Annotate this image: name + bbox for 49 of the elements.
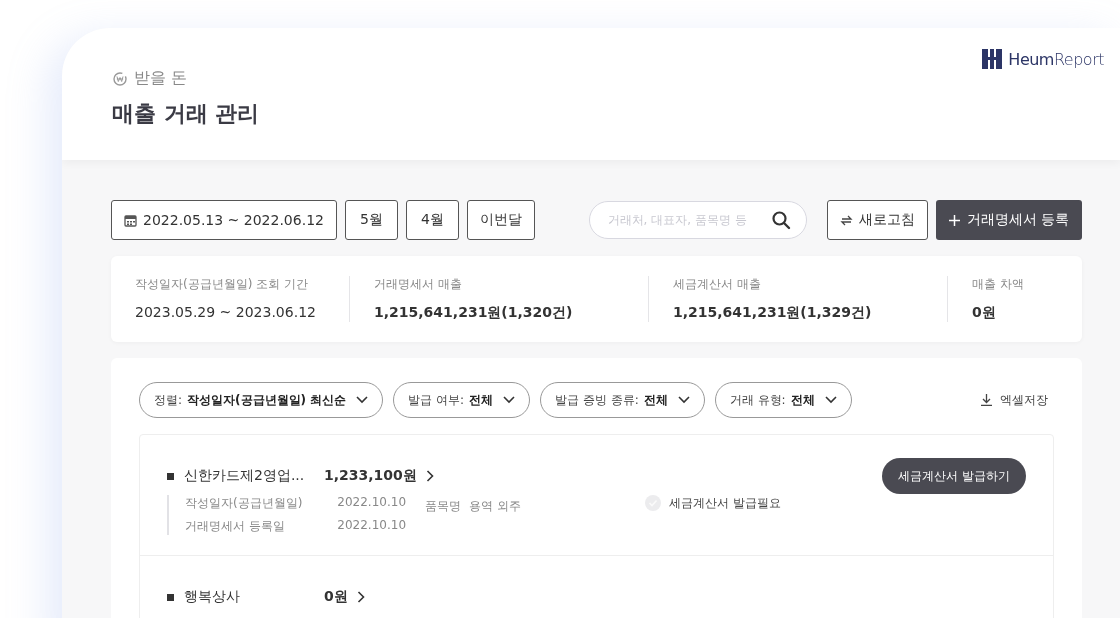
summary-label: 세금계산서 매출 xyxy=(673,275,762,293)
date-range-button[interactable]: 2022.05.13 ~ 2022.06.12 xyxy=(111,200,337,240)
filter-dropdown[interactable]: 정렬: 작성일자(공급년월일) 최신순 xyxy=(139,382,384,418)
chevron-right-icon xyxy=(356,591,365,603)
logo-icon xyxy=(982,49,1003,69)
summary-label: 매출 차액 xyxy=(972,275,1025,293)
plus-icon xyxy=(948,214,960,226)
bullet-icon xyxy=(167,472,174,480)
summary-value: 2023.05.29 ~ 2023.06.12 xyxy=(135,302,317,322)
amount-link[interactable]: 0원 xyxy=(324,588,365,606)
register-button[interactable]: 거래명세서 등록 xyxy=(935,200,1082,240)
won-cycle-icon xyxy=(112,70,128,87)
summary-label: 거래명세서 매출 xyxy=(374,275,463,293)
detail-value: 2022.10.10 xyxy=(337,495,408,511)
detail-value: 2022.10.10 xyxy=(337,518,408,534)
client-name: 신한카드제2영업... xyxy=(184,467,306,485)
month-button[interactable]: 5월 xyxy=(344,200,398,240)
bullet-icon xyxy=(167,593,174,601)
filter-dropdown[interactable]: 발급 증빙 종류: 전체 xyxy=(540,382,705,418)
download-icon xyxy=(981,394,992,406)
detail-label: 작성일자(공급년월일) xyxy=(185,495,304,512)
chevron-down-icon xyxy=(356,396,369,404)
chevron-down-icon xyxy=(677,396,690,404)
calendar-icon xyxy=(124,213,137,227)
summary-value: 1,215,641,231원(1,320건) xyxy=(374,302,574,322)
month-button[interactable]: 이번달 xyxy=(466,200,535,240)
chevron-right-icon xyxy=(425,470,434,482)
detail-label: 거래명세서 등록일 xyxy=(185,518,286,535)
issue-invoice-button[interactable]: 세금계산서 발급하기 xyxy=(882,458,1026,494)
refresh-button[interactable]: 새로고침 xyxy=(826,200,928,240)
breadcrumb: 받을 돈 xyxy=(134,68,188,89)
amount-link[interactable]: 1,233,100원 xyxy=(324,467,434,485)
page-title: 매출 거래 관리 xyxy=(112,100,261,128)
chevron-down-icon xyxy=(824,396,837,404)
filter-dropdown[interactable]: 거래 유형: 전체 xyxy=(714,382,852,418)
month-button[interactable]: 4월 xyxy=(405,200,459,240)
item-value: 용역 외주 xyxy=(469,499,521,513)
item-label: 품목명 xyxy=(425,499,461,513)
excel-download-button[interactable]: 엑셀저장 xyxy=(975,390,1054,410)
refresh-icon xyxy=(839,213,853,227)
logo-text: HeumReport xyxy=(1008,49,1104,69)
chevron-down-icon xyxy=(503,396,516,404)
client-name: 행복상사 xyxy=(184,588,241,606)
summary-value: 1,215,641,231원(1,329건) xyxy=(673,302,873,322)
search-icon xyxy=(770,210,791,230)
status-text: 세금계산서 발급필요 xyxy=(669,495,781,512)
filter-dropdown[interactable]: 발급 여부: 전체 xyxy=(393,382,531,418)
summary-label: 작성일자(공급년월일) 조회 기간 xyxy=(135,275,309,293)
summary-value: 0원 xyxy=(972,302,997,322)
